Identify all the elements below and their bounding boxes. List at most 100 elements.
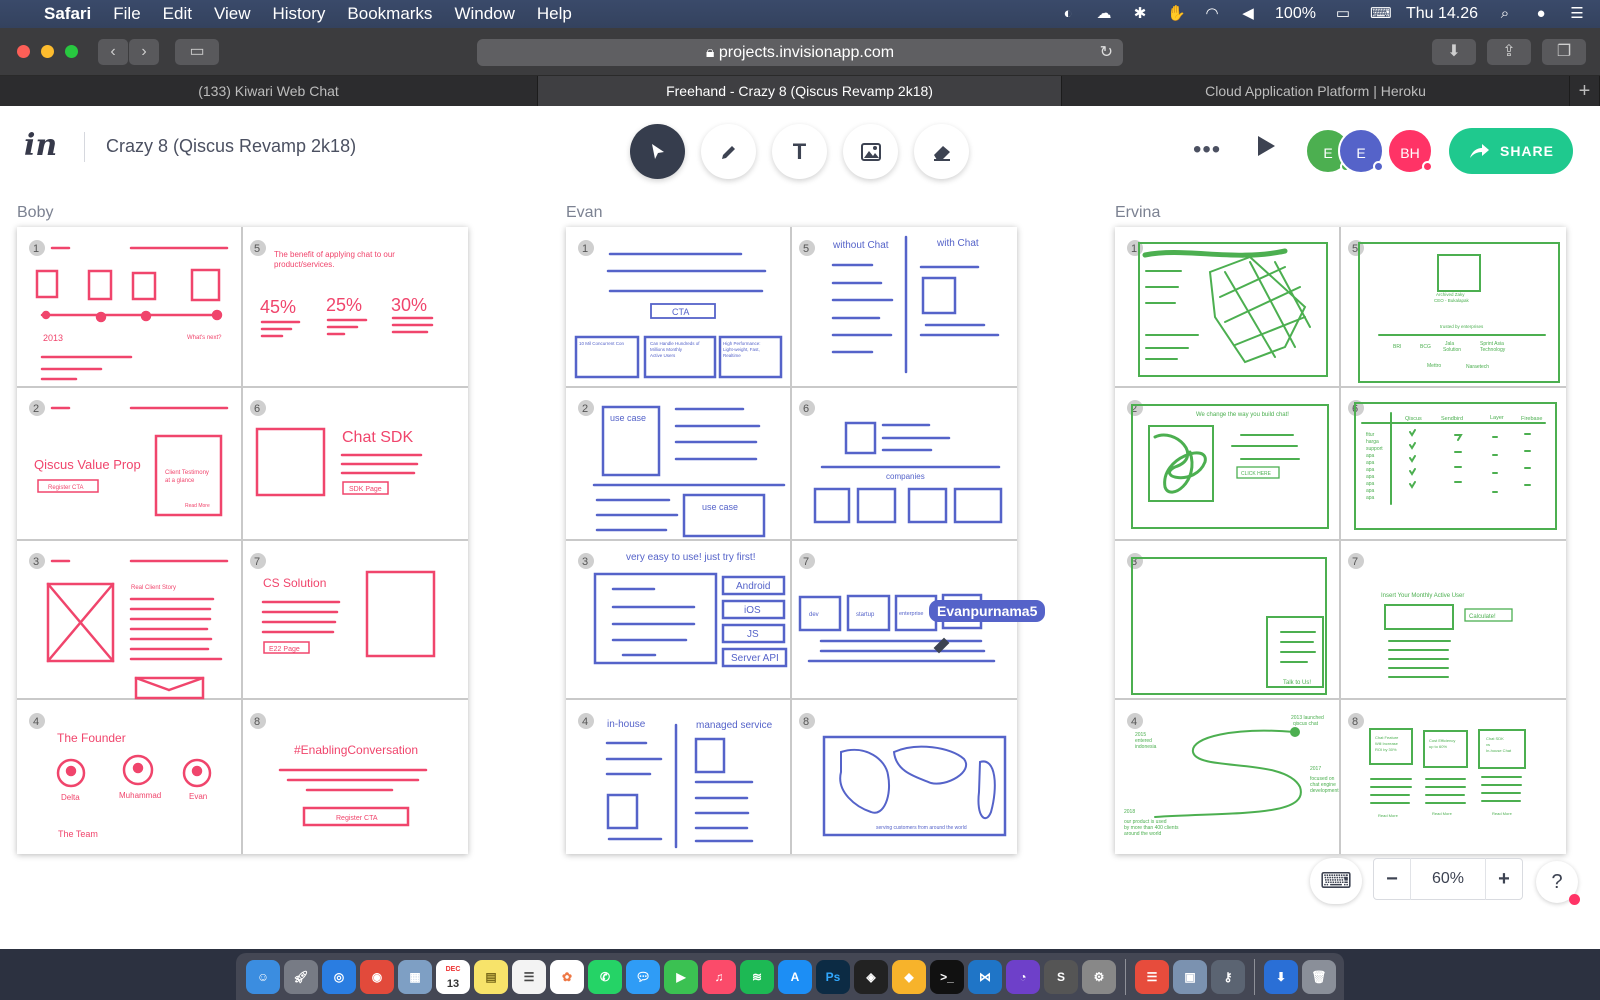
- sketch-text: Read More: [185, 503, 210, 509]
- vscode-icon[interactable]: ⋈: [968, 959, 1002, 994]
- image-tool-button[interactable]: [843, 124, 898, 179]
- avatar-e2[interactable]: E: [1338, 128, 1384, 174]
- avatar-bh[interactable]: BH: [1387, 128, 1433, 174]
- preview-icon[interactable]: ▦: [398, 959, 432, 994]
- sketch-text: Solution: [1443, 347, 1461, 353]
- back-button[interactable]: ‹: [98, 39, 128, 65]
- share-button[interactable]: SHARE: [1449, 128, 1573, 174]
- reload-icon[interactable]: ↻: [1100, 39, 1113, 66]
- present-play-button[interactable]: [1258, 136, 1275, 156]
- tab-kiwari[interactable]: (133) Kiwari Web Chat: [0, 76, 538, 106]
- todo-app-icon[interactable]: ☰: [1135, 959, 1169, 994]
- tab-heroku[interactable]: Cloud Application Platform | Heroku: [1062, 76, 1570, 106]
- menubar-clock[interactable]: Thu 14.26: [1406, 5, 1478, 23]
- safari-icon[interactable]: ◎: [322, 959, 356, 994]
- spotify-icon[interactable]: ≋: [740, 959, 774, 994]
- trash-icon[interactable]: 🗑︎: [1302, 959, 1336, 994]
- svg-text:7: 7: [803, 556, 809, 568]
- battery-icon[interactable]: ▭: [1334, 6, 1352, 22]
- sketch-text: JS: [747, 629, 759, 640]
- menu-app-name[interactable]: Safari: [44, 4, 91, 24]
- keychain-icon[interactable]: ⚷: [1211, 959, 1245, 994]
- share-sheet-button[interactable]: ⇪: [1487, 39, 1531, 65]
- music-icon[interactable]: ♫: [702, 959, 736, 994]
- more-options-button[interactable]: •••: [1193, 136, 1221, 164]
- new-tab-button[interactable]: +: [1570, 76, 1600, 106]
- tab-bar: (133) Kiwari Web Chat Freehand - Crazy 8…: [0, 76, 1600, 106]
- sidebar-toggle-button[interactable]: ▭: [175, 39, 219, 65]
- share-arrow-icon: [1469, 144, 1489, 158]
- freehand-canvas[interactable]: in Crazy 8 (Qiscus Revamp 2k18) T ••• E …: [0, 106, 1600, 949]
- show-tabs-button[interactable]: ❐: [1542, 39, 1586, 65]
- macos-menu-bar: Safari File Edit View History Bookmarks …: [0, 0, 1600, 28]
- sketch-text: Mettro: [1427, 363, 1441, 369]
- help-button[interactable]: ?: [1536, 861, 1580, 905]
- text-tool-button[interactable]: T: [772, 124, 827, 179]
- wifi-icon[interactable]: ◠: [1203, 6, 1221, 22]
- zoom-out-button[interactable]: −: [1374, 868, 1410, 891]
- chrome-icon[interactable]: ◉: [360, 959, 394, 994]
- zoom-window-button[interactable]: [65, 45, 78, 58]
- sketch-app-icon[interactable]: ◆: [892, 959, 926, 994]
- keyboard-input-icon[interactable]: ⌨: [1370, 6, 1392, 22]
- forward-button[interactable]: ›: [129, 39, 159, 65]
- sketch-text: product/services.: [274, 260, 334, 269]
- whatsapp-icon[interactable]: ✆: [588, 959, 622, 994]
- downloads-button[interactable]: ⬇: [1432, 39, 1476, 65]
- sketch-text: Talk to Us!: [1283, 680, 1311, 686]
- menu-help[interactable]: Help: [537, 4, 572, 24]
- reminders-icon[interactable]: ☰: [512, 959, 546, 994]
- photos-icon[interactable]: ✿: [550, 959, 584, 994]
- address-bar[interactable]: 🔒︎ projects.invisionapp.com ↻: [477, 39, 1123, 66]
- downloads-stack-icon[interactable]: ⬇: [1264, 959, 1298, 994]
- sketch-text: trusted by enterprises: [1440, 324, 1484, 329]
- project-title[interactable]: Crazy 8 (Qiscus Revamp 2k18): [106, 136, 356, 157]
- spotlight-search-icon[interactable]: ⌕: [1496, 6, 1514, 22]
- invision-logo[interactable]: in: [24, 128, 57, 163]
- notification-center-icon[interactable]: ☰: [1568, 6, 1586, 22]
- pinwheel-icon[interactable]: ✱: [1131, 6, 1149, 22]
- sketch-text: startup: [856, 612, 875, 618]
- hand-icon[interactable]: ✋: [1167, 6, 1186, 22]
- zoom-in-button[interactable]: +: [1486, 868, 1522, 891]
- creative-cloud-icon[interactable]: ◐: [1059, 6, 1077, 22]
- github-desktop-icon[interactable]: ◔: [1006, 959, 1040, 994]
- avatar-initials: E: [1356, 145, 1366, 161]
- figma-icon[interactable]: ◈: [854, 959, 888, 994]
- menu-bookmarks[interactable]: Bookmarks: [347, 4, 432, 24]
- close-window-button[interactable]: [17, 45, 30, 58]
- board-ervina[interactable]: 15263748 Archived Zaky CEO - Bukalapak t…: [1115, 227, 1566, 854]
- siri-icon[interactable]: ●: [1532, 6, 1550, 22]
- launchpad-icon[interactable]: 🚀︎: [284, 959, 318, 994]
- minimize-window-button[interactable]: [41, 45, 54, 58]
- sketch-text: Insert Your Monthly Active User: [1381, 593, 1464, 599]
- board-evan[interactable]: 1 5 2 6 3 7 4 8 CTA 10 Mil Concurrent Con Can H…: [566, 227, 1017, 854]
- system-preferences-icon[interactable]: ⚙: [1082, 959, 1116, 994]
- notes-icon[interactable]: ▤: [474, 959, 508, 994]
- sketch-text: Muhammad: [119, 791, 161, 800]
- select-tool-button[interactable]: [630, 124, 685, 179]
- eraser-tool-button[interactable]: [914, 124, 969, 179]
- text-icon: T: [792, 138, 807, 164]
- menu-window[interactable]: Window: [454, 4, 514, 24]
- app-store-icon[interactable]: A: [778, 959, 812, 994]
- keyboard-shortcuts-button[interactable]: ⌨: [1310, 858, 1362, 904]
- messages-icon[interactable]: 💬︎: [626, 959, 660, 994]
- sketch-text: serving customers from around the world: [876, 825, 967, 831]
- facetime-icon[interactable]: ▶: [664, 959, 698, 994]
- pen-tool-button[interactable]: [701, 124, 756, 179]
- terminal-icon[interactable]: >_: [930, 959, 964, 994]
- sublime-icon[interactable]: S: [1044, 959, 1078, 994]
- cloud-icon[interactable]: ☁: [1095, 6, 1113, 22]
- tab-freehand[interactable]: Freehand - Crazy 8 (Qiscus Revamp 2k18): [538, 76, 1062, 106]
- menu-history[interactable]: History: [273, 4, 326, 24]
- board-boby[interactable]: 1 5 2 6 3 7 4 8 2013 What's next? The benefit o…: [17, 227, 468, 854]
- photoshop-icon[interactable]: Ps: [816, 959, 850, 994]
- finder-icon[interactable]: ☺: [246, 959, 280, 994]
- menu-edit[interactable]: Edit: [163, 4, 192, 24]
- menu-view[interactable]: View: [214, 4, 251, 24]
- volume-icon[interactable]: ◀: [1239, 6, 1257, 22]
- calendar-icon[interactable]: DEC 13: [436, 959, 470, 994]
- menu-file[interactable]: File: [113, 4, 140, 24]
- image-capture-icon[interactable]: ▣: [1173, 959, 1207, 994]
